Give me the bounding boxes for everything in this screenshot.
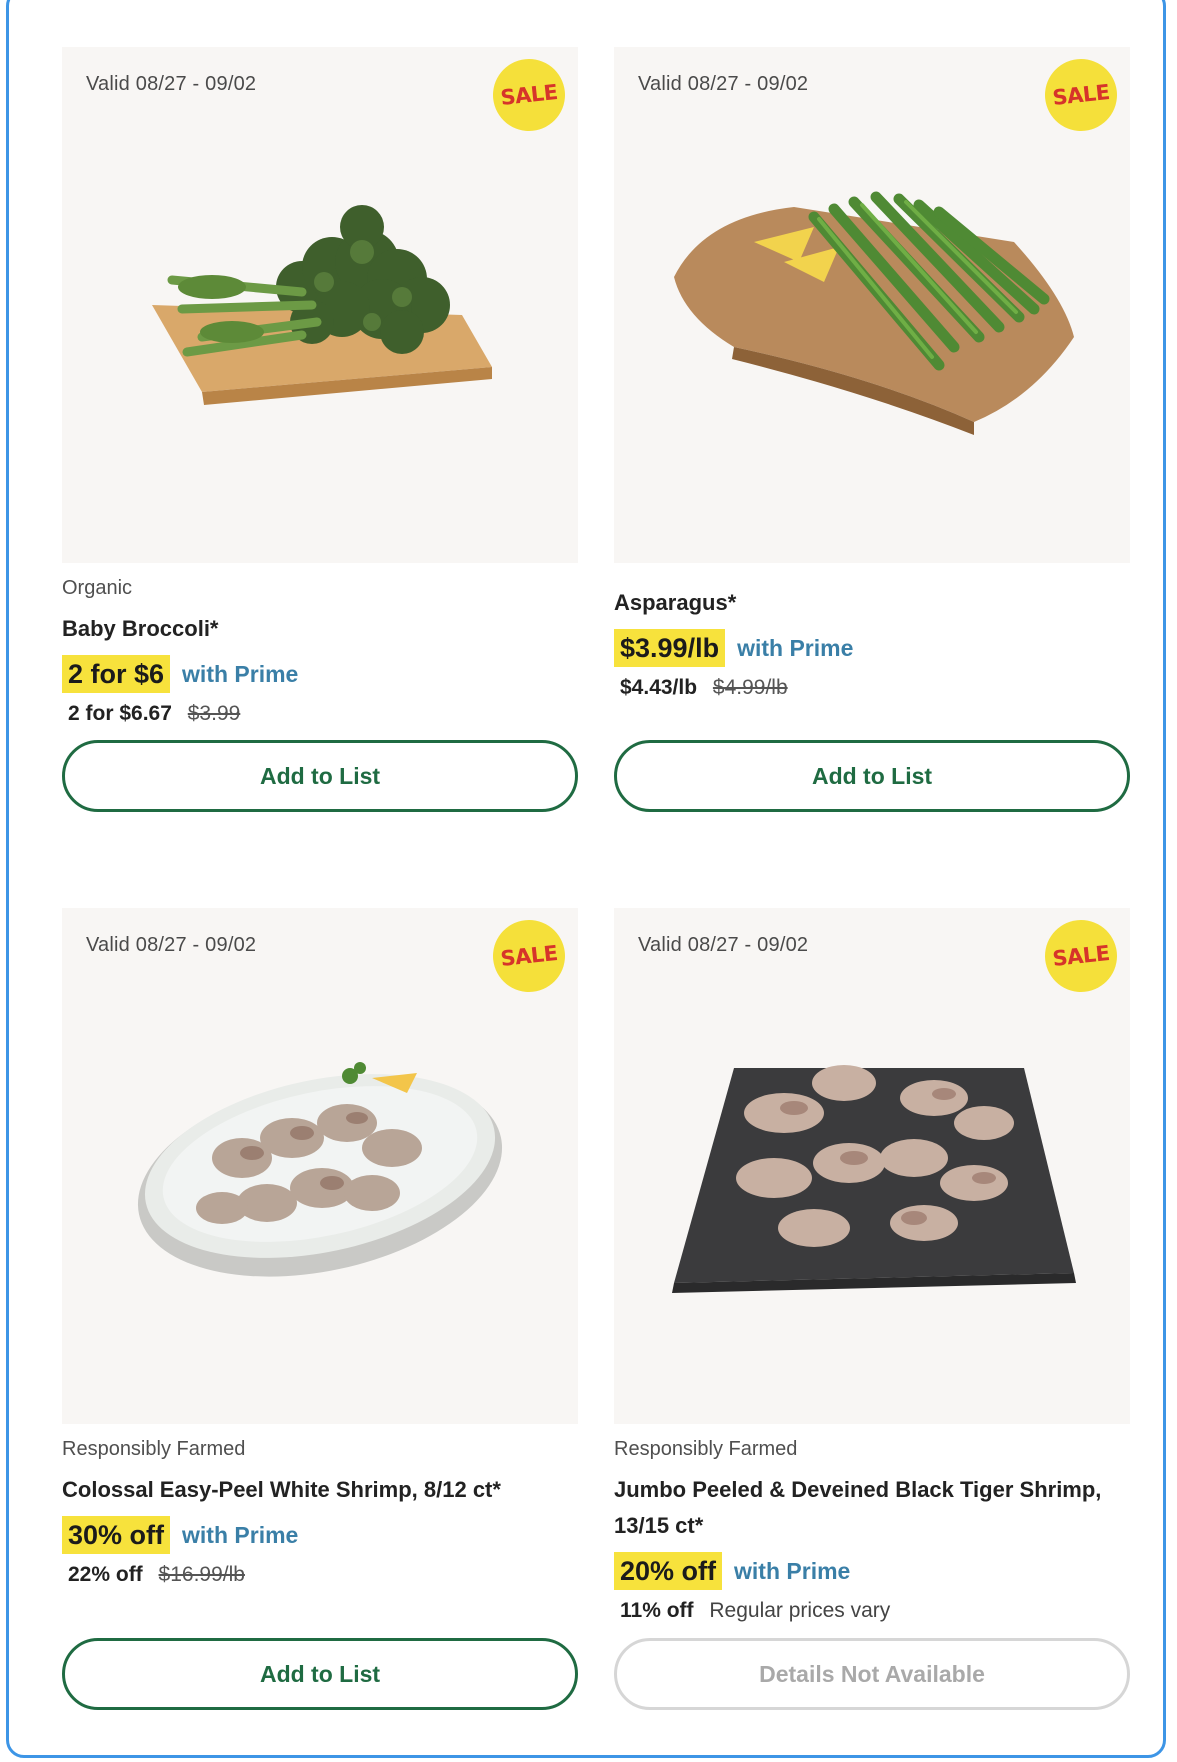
prime-label: with Prime xyxy=(734,1557,851,1584)
prime-deal-price: 20% off xyxy=(614,1552,723,1590)
add-to-list-button[interactable]: Add to List xyxy=(62,740,578,812)
details-not-available-button: Details Not Available xyxy=(614,1638,1130,1710)
product-name: Colossal Easy-Peel White Shrimp, 8/12 ct… xyxy=(62,1477,501,1502)
sale-price: 11% off xyxy=(620,1599,694,1622)
sale-price: $4.43/lb xyxy=(620,676,698,699)
white-shrimp-image xyxy=(137,1062,503,1277)
prime-deal-price: 30% off xyxy=(62,1516,171,1554)
product-card-black-tiger-shrimp[interactable]: Valid 08/27 - 09/02 SALE Responsibly Far… xyxy=(614,908,1130,1710)
add-to-list-button[interactable]: Add to List xyxy=(614,740,1130,812)
baby-broccoli-image xyxy=(152,205,492,405)
product-image-box[interactable]: Valid 08/27 - 09/02 SALE xyxy=(614,47,1130,563)
product-card-baby-broccoli[interactable]: Valid 08/27 - 09/02 SALE Organic Baby Br… xyxy=(62,47,578,812)
add-to-list-button[interactable]: Add to List xyxy=(62,1638,578,1710)
valid-dates: Valid 08/27 - 09/02 xyxy=(638,934,809,956)
product-category: Responsibly Farmed xyxy=(614,1438,798,1460)
prime-label: with Prime xyxy=(182,1521,299,1548)
product-name: Jumbo Peeled & Deveined Black Tiger Shri… xyxy=(614,1477,1102,1538)
product-image-box[interactable]: Valid 08/27 - 09/02 SALE xyxy=(62,908,578,1424)
valid-dates: Valid 08/27 - 09/02 xyxy=(638,73,809,95)
original-price: $16.99/lb xyxy=(158,1563,245,1586)
prime-deal-price: 2 for $6 xyxy=(62,655,171,693)
product-image-box[interactable]: Valid 08/27 - 09/02 SALE xyxy=(62,47,578,563)
prime-label: with Prime xyxy=(737,634,854,661)
product-card-white-shrimp[interactable]: Valid 08/27 - 09/02 SALE Responsibly Far… xyxy=(62,908,578,1710)
original-price: $4.99/lb xyxy=(712,676,788,699)
product-category: Responsibly Farmed xyxy=(62,1438,246,1460)
prime-label: with Prime xyxy=(182,660,299,687)
asparagus-image xyxy=(674,191,1074,435)
regular-price-note: Regular prices vary xyxy=(709,1599,891,1622)
product-category: Organic xyxy=(62,577,133,599)
sale-price: 22% off xyxy=(68,1563,143,1586)
original-price: $3.99 xyxy=(187,702,241,725)
prime-deal-price: $3.99/lb xyxy=(614,629,726,667)
product-card-asparagus[interactable]: Valid 08/27 - 09/02 SALE Asparagus* $3.9… xyxy=(614,47,1130,812)
valid-dates: Valid 08/27 - 09/02 xyxy=(86,934,257,956)
product-name: Asparagus* xyxy=(614,590,737,615)
product-name: Baby Broccoli* xyxy=(62,616,219,641)
valid-dates: Valid 08/27 - 09/02 xyxy=(86,73,257,95)
black-tiger-shrimp-image xyxy=(672,1065,1076,1293)
product-image-box[interactable]: Valid 08/27 - 09/02 SALE xyxy=(614,908,1130,1424)
sale-price: 2 for $6.67 xyxy=(68,702,172,725)
